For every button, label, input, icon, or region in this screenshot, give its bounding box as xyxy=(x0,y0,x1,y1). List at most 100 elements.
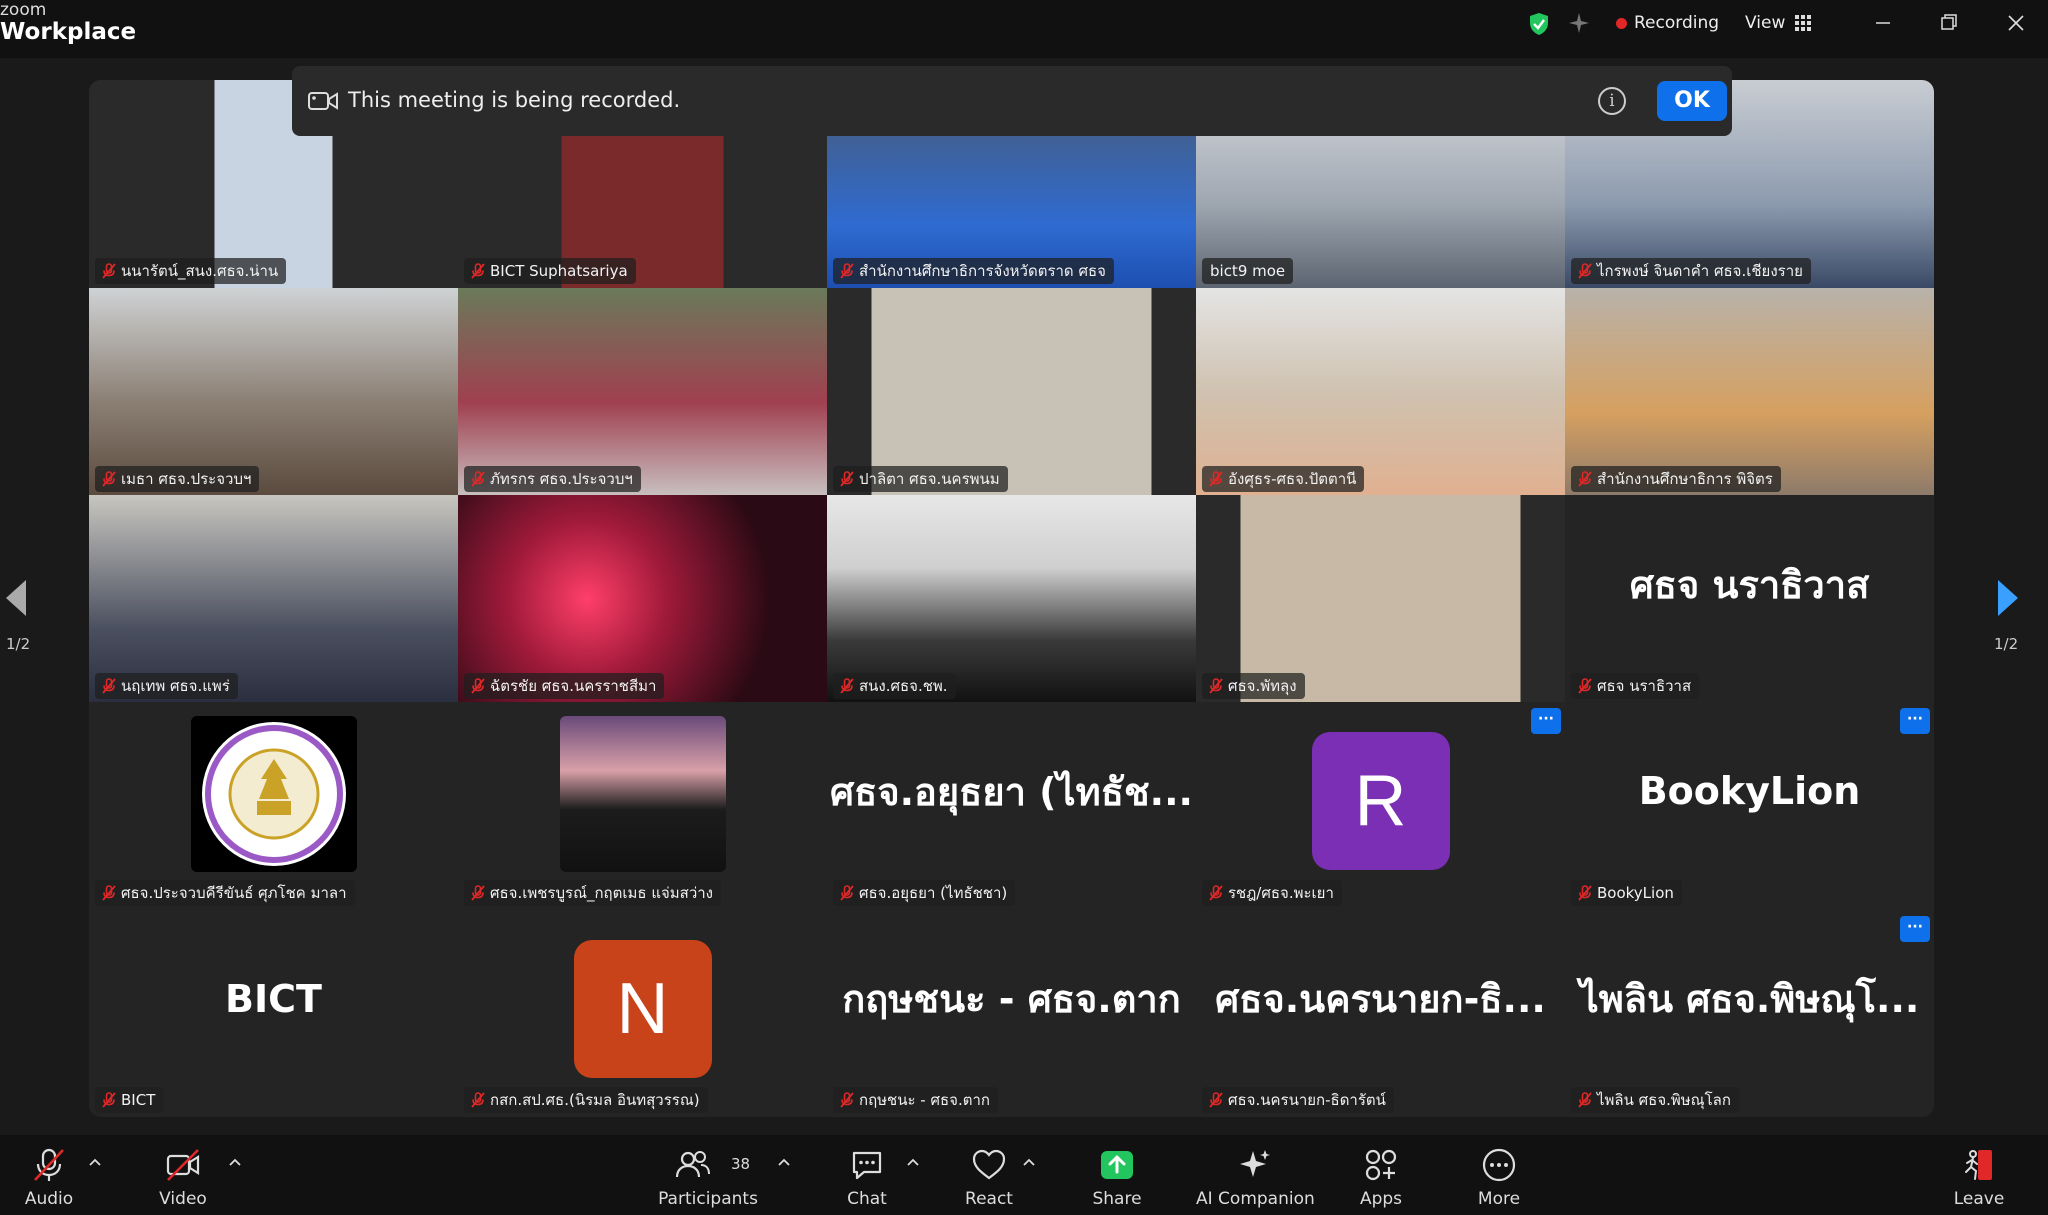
participant-name-tag: เมธา ศธจ.ประจวบฯ xyxy=(95,466,260,492)
participant-name-tag: ภัทรกร ศธจ.ประจวบฯ xyxy=(464,466,641,492)
participant-name: ศธจ.ประจวบคีรีขันธ์ ศุภโชค มาลา xyxy=(121,884,347,902)
participant-name: รชฎ/ศธจ.พะเยา xyxy=(1228,884,1334,902)
participants-count: 38 xyxy=(731,1155,751,1173)
participant-tile[interactable]: ศธจ.อยุธยา (ไทธัช... ศธจ.อยุธยา (ไทธัชชา) xyxy=(827,702,1196,910)
chat-button[interactable]: Chat xyxy=(832,1135,902,1215)
tile-options-button[interactable]: ··· xyxy=(1900,708,1930,734)
muted-mic-icon xyxy=(471,263,485,279)
participant-name-tag: ไกรพงษ์ จินดาคำ ศธจ.เชียงราย xyxy=(1571,258,1811,284)
participant-tile[interactable]: ศธจ.พัทลุง xyxy=(1196,495,1565,703)
grid-view-icon[interactable] xyxy=(1795,15,1811,31)
tile-options-button[interactable]: ··· xyxy=(1900,916,1930,942)
security-shield-icon[interactable] xyxy=(1528,12,1550,36)
recording-label[interactable]: Recording xyxy=(1634,13,1719,33)
participant-display-name: ศธจ นราธิวาส xyxy=(1629,562,1870,607)
muted-mic-icon xyxy=(1209,471,1223,487)
participant-name: ศธจ.พัทลุง xyxy=(1228,677,1297,695)
view-button[interactable]: View xyxy=(1745,13,1785,33)
office-seal-logo xyxy=(191,716,357,872)
react-button[interactable]: React xyxy=(954,1135,1024,1215)
participant-video xyxy=(827,288,1196,496)
participant-video xyxy=(89,495,458,703)
recording-dot-icon xyxy=(1616,18,1627,29)
tile-options-button[interactable]: ··· xyxy=(1531,708,1561,734)
apps-icon xyxy=(1365,1149,1397,1181)
muted-mic-icon xyxy=(102,1092,116,1108)
more-options-icon xyxy=(1482,1148,1516,1182)
avatar: N xyxy=(573,940,712,1078)
participant-name: อังศุธร-ศธจ.ปัตตานี xyxy=(1228,470,1357,488)
participant-name-tag: อังศุธร-ศธจ.ปัตตานี xyxy=(1202,466,1365,492)
video-options-caret-icon[interactable] xyxy=(228,1157,242,1167)
participant-tile[interactable]: ปาลิตา ศธจ.นครพนม xyxy=(827,288,1196,496)
participant-name: BookyLion xyxy=(1597,884,1674,902)
participant-tile[interactable]: BICT BICT xyxy=(89,910,458,1117)
muted-mic-icon xyxy=(102,471,116,487)
participant-name-tag: BookyLion xyxy=(1571,880,1682,906)
close-icon[interactable] xyxy=(2001,8,2031,38)
share-screen-icon xyxy=(1101,1151,1133,1179)
participant-name: สนง.ศธจ.ชพ. xyxy=(859,677,948,695)
ok-button[interactable]: OK xyxy=(1657,81,1727,121)
muted-mic-icon xyxy=(840,263,854,279)
participant-tile[interactable]: ภัทรกร ศธจ.ประจวบฯ xyxy=(458,288,827,496)
participant-name-tag: กฤษชนะ - ศธจ.ตาก xyxy=(833,1087,998,1113)
participant-name-tag: ศธจ.ประจวบคีรีขันธ์ ศุภโชค มาลา xyxy=(95,880,355,906)
participant-name-tag: นนารัตน์_สนง.ศธจ.น่าน xyxy=(95,258,287,284)
minimize-icon[interactable] xyxy=(1868,8,1898,38)
participant-display-name: ศธจ.อยุธยา (ไทธัช... xyxy=(830,769,1193,814)
participant-tile[interactable]: ฉัตรชัย ศธจ.นครราชสีมา xyxy=(458,495,827,703)
apps-button[interactable]: Apps xyxy=(1346,1135,1416,1215)
chat-options-caret-icon[interactable] xyxy=(906,1157,920,1167)
audio-button[interactable]: Audio xyxy=(14,1135,84,1215)
participant-tile[interactable]: สำนักงานศึกษาธิการ พิจิตร xyxy=(1565,288,1934,496)
muted-mic-icon xyxy=(1578,885,1592,901)
participant-name: กสก.สป.ศธ.(นิรมล อินทสุวรรณ) xyxy=(490,1091,700,1109)
meeting-toolbar: Audio Video 38 Participants Chat React S… xyxy=(0,1135,2048,1215)
participant-video xyxy=(1565,288,1934,496)
more-button[interactable]: More xyxy=(1464,1135,1534,1215)
participant-display-name: BICT xyxy=(225,976,322,1021)
ai-companion-button[interactable]: AI Companion xyxy=(1196,1135,1315,1215)
ai-sparkle-icon[interactable] xyxy=(1568,12,1590,34)
video-button[interactable]: Video xyxy=(148,1135,218,1215)
participant-tile[interactable]: N กสก.สป.ศธ.(นิรมล อินทสุวรรณ) xyxy=(458,910,827,1117)
participant-name-tag: ไพลิน ศธจ.พิษณุโลก xyxy=(1571,1087,1739,1113)
participant-gallery: นนารัตน์_สนง.ศธจ.น่าน BICT Suphatsariya สำ… xyxy=(89,80,1934,1117)
participant-video xyxy=(827,495,1196,703)
heart-icon xyxy=(972,1149,1006,1180)
previous-page-icon[interactable] xyxy=(4,578,28,618)
participant-tile[interactable]: ศธจ.ประจวบคีรีขันธ์ ศุภโชค มาลา xyxy=(89,702,458,910)
participant-tile[interactable]: ไพลิน ศธจ.พิษณุโ... ··· ไพลิน ศธจ.พิษณุโลก xyxy=(1565,910,1934,1117)
participants-button[interactable]: 38 Participants xyxy=(655,1135,761,1215)
participant-tile[interactable]: ศธจ.เพชรบูรณ์_กฤตเมธ แจ่มสว่าง xyxy=(458,702,827,910)
participant-name: bict9 moe xyxy=(1210,262,1286,280)
participant-tile[interactable]: อังศุธร-ศธจ.ปัตตานี xyxy=(1196,288,1565,496)
participant-tile[interactable]: R ··· รชฎ/ศธจ.พะเยา xyxy=(1196,702,1565,910)
participant-tile[interactable]: ศธจ นราธิวาส ศธจ นราธิวาส xyxy=(1565,495,1934,703)
muted-mic-icon xyxy=(1209,885,1223,901)
participant-tile[interactable]: เมธา ศธจ.ประจวบฯ xyxy=(89,288,458,496)
participant-name: เมธา ศธจ.ประจวบฯ xyxy=(121,470,252,488)
participant-tile[interactable]: นฤเทพ ศธจ.แพร่ xyxy=(89,495,458,703)
participants-options-caret-icon[interactable] xyxy=(777,1157,791,1167)
participant-name: ฉัตรชัย ศธจ.นครราชสีมา xyxy=(490,677,657,695)
share-button[interactable]: Share xyxy=(1082,1135,1152,1215)
leave-button[interactable]: Leave xyxy=(1944,1135,2014,1215)
participant-name-tag: ศธจ.พัทลุง xyxy=(1202,673,1305,699)
participant-name: ภัทรกร ศธจ.ประจวบฯ xyxy=(490,470,633,488)
info-icon[interactable]: i xyxy=(1598,87,1626,115)
participant-display-name: BookyLion xyxy=(1638,769,1861,813)
apps-label: Apps xyxy=(1359,1189,1403,1209)
participant-tile[interactable]: สนง.ศธจ.ชพ. xyxy=(827,495,1196,703)
muted-mic-icon xyxy=(102,885,116,901)
participant-tile[interactable]: BookyLion ··· BookyLion xyxy=(1565,702,1934,910)
muted-mic-icon xyxy=(1578,471,1592,487)
restore-icon[interactable] xyxy=(1934,8,1964,38)
next-page-icon[interactable] xyxy=(1996,578,2020,618)
recording-notice-banner: This meeting is being recorded. i OK xyxy=(292,66,1732,136)
participant-tile[interactable]: ศธจ.นครนายก-ธิ... ศธจ.นครนายก-ธิดารัตน์ xyxy=(1196,910,1565,1117)
participant-tile[interactable]: กฤษชนะ - ศธจ.ตาก กฤษชนะ - ศธจ.ตาก xyxy=(827,910,1196,1117)
audio-options-caret-icon[interactable] xyxy=(88,1157,102,1167)
react-options-caret-icon[interactable] xyxy=(1022,1157,1036,1167)
